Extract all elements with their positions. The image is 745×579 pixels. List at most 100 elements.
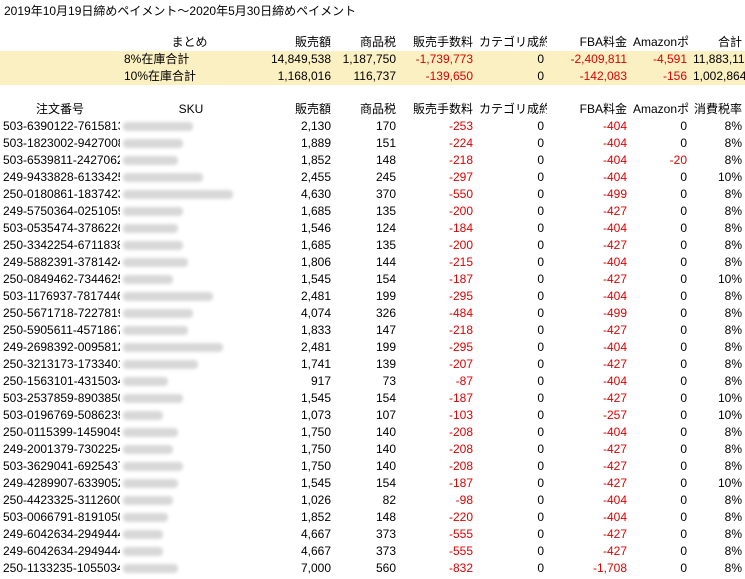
summary-header-cell: FBA料金 <box>579 35 627 49</box>
detail-cell: -404 <box>602 374 627 388</box>
redaction-blur <box>123 139 183 149</box>
table-row: 503-1823002-9427008 1,889 151 -224 0 -404 0 8% <box>0 135 745 152</box>
detail-cell: -404 <box>602 221 627 235</box>
detail-cell: -555 <box>448 544 473 558</box>
detail-cell: -297 <box>448 170 473 184</box>
detail-header-cell: 注文番号 <box>35 102 84 116</box>
detail-cell: 0 <box>537 357 544 371</box>
sku-cell-redacted <box>120 152 262 169</box>
detail-cell: -404 <box>602 136 627 150</box>
detail-cell: 199 <box>375 289 396 303</box>
detail-cell: 8% <box>724 187 742 201</box>
detail-cell: 199 <box>375 340 396 354</box>
detail-cell: -295 <box>448 340 473 354</box>
detail-cell: 8% <box>724 153 742 167</box>
detail-header-cell: FBA料金 <box>579 102 627 116</box>
detail-header-cell: SKU <box>178 102 204 116</box>
table-row: 503-0066791-8191050 1,852 148 -220 0 -404 0 8% <box>0 509 745 526</box>
detail-cell: 0 <box>537 510 544 524</box>
order-id-cell: 250-3213173-1733401 <box>3 357 120 371</box>
detail-cell: 0 <box>537 425 544 439</box>
detail-cell: 107 <box>375 408 396 422</box>
detail-header-cell: Amazonポイント <box>633 102 690 116</box>
detail-cell: 0 <box>537 544 544 558</box>
detail-cell: 1,806 <box>300 255 331 269</box>
detail-cell: 0 <box>537 153 544 167</box>
order-id-cell: 503-3629041-6925437 <box>3 459 120 473</box>
detail-cell: 0 <box>680 289 687 303</box>
detail-cell: -208 <box>448 425 473 439</box>
detail-cell: 0 <box>680 561 687 575</box>
summary-cell: 11,883,113 <box>690 51 745 68</box>
summary-header-cell: 合計 <box>717 35 742 49</box>
detail-cell: 1,685 <box>300 238 331 252</box>
sku-cell-redacted <box>120 322 262 339</box>
order-id-cell: 249-2698392-0095812 <box>3 340 120 354</box>
detail-cell: 154 <box>375 272 396 286</box>
detail-cell: 0 <box>537 221 544 235</box>
order-id-cell: 503-1823002-9427008 <box>3 136 120 150</box>
detail-cell: 1,741 <box>300 357 331 371</box>
detail-cell: 0 <box>680 544 687 558</box>
order-id-cell: 503-0196769-5086239 <box>3 408 120 422</box>
detail-cell: 144 <box>375 255 396 269</box>
detail-cell: 0 <box>680 425 687 439</box>
detail-cell: 0 <box>680 306 687 320</box>
redaction-blur <box>123 479 178 489</box>
order-id-cell: 503-2537859-8903850 <box>3 391 120 405</box>
detail-cell: 2,130 <box>300 119 331 133</box>
detail-cell: -427 <box>602 238 627 252</box>
table-row: 503-6539811-2427062 1,852 148 -218 0 -404 -20 8… <box>0 152 745 169</box>
detail-cell: -87 <box>455 374 473 388</box>
sku-cell-redacted <box>120 339 262 356</box>
detail-header-cell: 販売手数料 <box>412 102 473 116</box>
detail-cell: 8% <box>724 544 742 558</box>
table-row: 249-5750364-0251059 1,685 135 -200 0 -427 0 8% <box>0 203 745 220</box>
detail-cell: 0 <box>537 187 544 201</box>
detail-cell: -427 <box>602 459 627 473</box>
order-id-cell: 250-1563101-4315034 <box>3 374 120 388</box>
detail-cell: 8% <box>724 340 742 354</box>
detail-cell: 148 <box>375 510 396 524</box>
detail-cell: -427 <box>602 323 627 337</box>
detail-cell: -20 <box>669 153 687 167</box>
detail-cell: 1,073 <box>300 408 331 422</box>
sku-cell-redacted <box>120 390 262 407</box>
detail-cell: -427 <box>602 527 627 541</box>
summary-table: まとめ 販売額 商品税 販売手数料カテゴリ成約料 FBA料金 Amazonポイント 合計 8%… <box>0 34 745 85</box>
summary-row: 10%在庫合計 1,168,016 116,737 -139,650 0 -142,083… <box>0 68 745 85</box>
summary-cell: 0 <box>476 51 547 68</box>
detail-cell: 4,074 <box>300 306 331 320</box>
redaction-blur <box>123 547 163 557</box>
detail-cell: 0 <box>680 391 687 405</box>
detail-cell: -404 <box>602 119 627 133</box>
order-id-cell: 250-1133235-1055034 <box>3 561 120 575</box>
detail-cell: -200 <box>448 238 473 252</box>
detail-cell: 0 <box>680 136 687 150</box>
detail-cell: -187 <box>448 476 473 490</box>
detail-cell: 8% <box>724 221 742 235</box>
detail-cell: -484 <box>448 306 473 320</box>
summary-header-row: まとめ 販売額 商品税 販売手数料カテゴリ成約料 FBA料金 Amazonポイント 合計 <box>0 34 745 51</box>
redaction-blur <box>123 513 168 523</box>
table-row: 503-1176937-7817446 2,481 199 -295 0 -404 0 8% <box>0 288 745 305</box>
summary-header-cell: 販売手数料 <box>412 35 473 49</box>
detail-cell: -220 <box>448 510 473 524</box>
detail-cell: 10% <box>717 408 742 422</box>
summary-cell: 1,002,864 <box>690 68 745 85</box>
detail-cell: 370 <box>375 187 396 201</box>
detail-cell: 0 <box>537 340 544 354</box>
sku-cell-redacted <box>120 356 262 373</box>
detail-cell: 1,889 <box>300 136 331 150</box>
summary-cell: -2,409,811 <box>547 51 630 68</box>
detail-cell: -427 <box>602 391 627 405</box>
redaction-blur <box>123 462 183 472</box>
detail-cell: 0 <box>537 204 544 218</box>
detail-cell: 1,750 <box>300 425 331 439</box>
detail-cell: 0 <box>537 476 544 490</box>
detail-cell: 140 <box>375 459 396 473</box>
detail-cell: 154 <box>375 476 396 490</box>
detail-cell: 124 <box>375 221 396 235</box>
order-id-cell: 249-4289907-6339052 <box>3 476 120 490</box>
detail-cell: 1,545 <box>300 391 331 405</box>
